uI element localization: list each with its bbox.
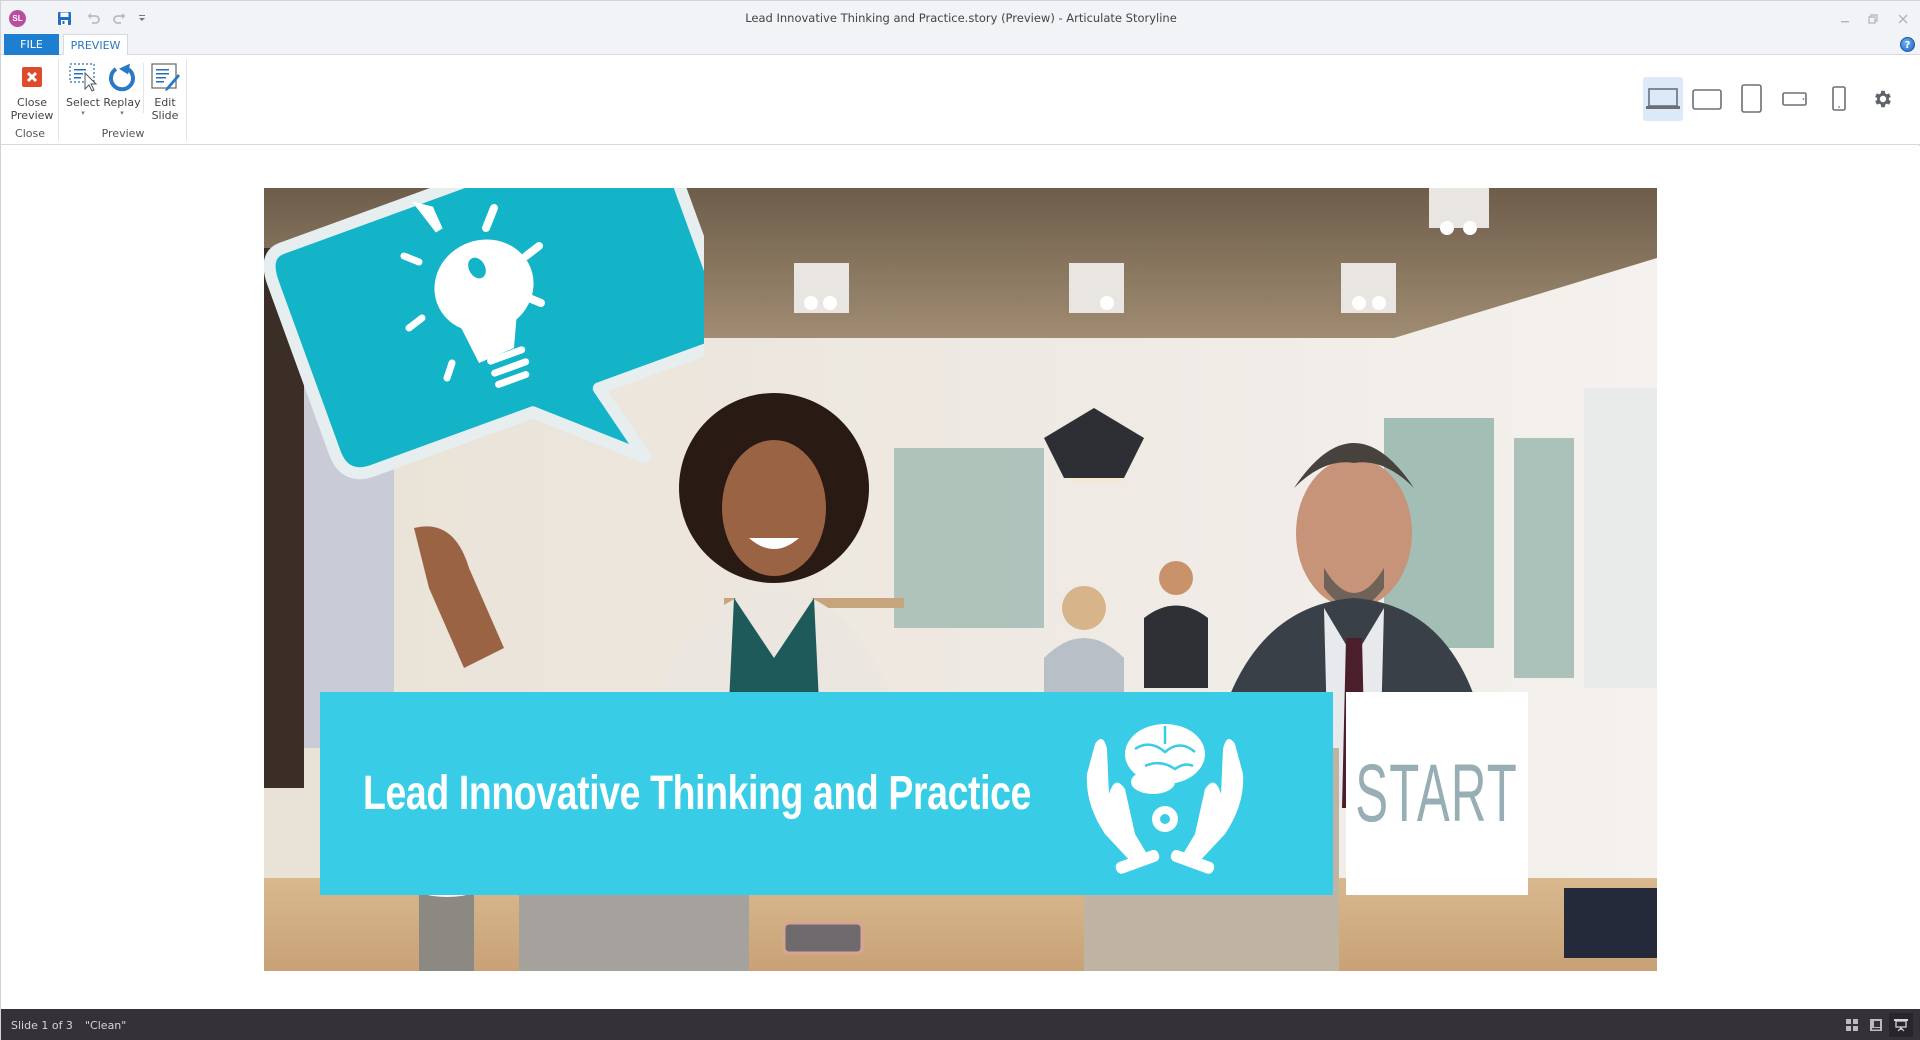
phone-landscape-icon	[1782, 92, 1807, 106]
normal-view-button[interactable]	[1840, 1013, 1864, 1037]
help-button[interactable]: ?	[1900, 37, 1915, 52]
group-separator	[186, 59, 187, 141]
idea-speech-bubble	[264, 188, 704, 480]
gear-icon	[1875, 90, 1891, 108]
title-bar: SL Lead Innovative Thinking and Practice…	[1, 1, 1920, 34]
close-window-button[interactable]	[1893, 9, 1913, 29]
title-banner: Lead Innovative Thinking and Practice	[320, 692, 1333, 895]
tab-preview[interactable]: PREVIEW	[63, 34, 128, 56]
select-icon	[67, 61, 99, 93]
preview-settings-button[interactable]	[1863, 77, 1903, 121]
replay-label: Replay	[103, 96, 141, 109]
device-tablet-portrait-button[interactable]	[1731, 77, 1771, 121]
close-preview-label-1: Close	[17, 96, 47, 109]
select-label: Select	[66, 96, 100, 109]
edit-slide-icon	[149, 61, 181, 93]
group-label-close: Close	[15, 127, 45, 140]
brain-hands-icon	[1086, 724, 1244, 874]
laptop-icon	[1646, 88, 1680, 109]
grid-view-icon	[1846, 1019, 1858, 1031]
minimize-button[interactable]	[1835, 9, 1855, 29]
theme-name: "Clean"	[85, 1019, 127, 1032]
status-bar: Slide 1 of 3 "Clean"	[1, 1009, 1920, 1040]
start-button[interactable]: START	[1346, 692, 1528, 895]
restore-button[interactable]	[1863, 9, 1883, 29]
slide-view-button[interactable]	[1864, 1013, 1888, 1037]
close-preview-button[interactable]: Close Preview	[8, 61, 56, 122]
tablet-portrait-icon	[1741, 84, 1762, 113]
close-preview-label-2: Preview	[10, 109, 54, 122]
course-title: Lead Innovative Thinking and Practice	[363, 767, 1031, 820]
slide: Lead Innovative Thinking and Practice ST…	[264, 188, 1657, 971]
edit-slide-button[interactable]: Edit Slide	[145, 61, 185, 122]
select-button[interactable]: Select ▾	[63, 61, 103, 118]
replay-button[interactable]: Replay ▾	[102, 61, 142, 118]
group-label-preview: Preview	[101, 127, 145, 140]
slide-view-icon	[1870, 1019, 1882, 1031]
edit-slide-label-2: Slide	[151, 109, 179, 122]
presentation-icon	[1894, 1019, 1908, 1032]
device-phone-landscape-button[interactable]	[1775, 77, 1815, 121]
window-title: Lead Innovative Thinking and Practice.st…	[745, 11, 1177, 25]
slide-position: Slide 1 of 3	[11, 1019, 73, 1032]
preview-stage: Lead Innovative Thinking and Practice ST…	[1, 146, 1920, 1009]
edit-slide-label-1: Edit	[154, 96, 176, 109]
close-icon	[1898, 14, 1908, 24]
select-dropdown-caret[interactable]: ▾	[81, 109, 85, 118]
close-preview-icon	[16, 61, 48, 93]
storyline-window: SL Lead Innovative Thinking and Practice…	[0, 0, 1920, 1040]
device-desktop-button[interactable]	[1643, 77, 1683, 121]
ribbon-tabs: FILE PREVIEW ?	[1, 34, 1920, 56]
tablet-landscape-icon	[1692, 89, 1722, 110]
ribbon: Close Preview Close Select ▾ Replay ▾ Ed…	[1, 55, 1920, 145]
device-phone-portrait-button[interactable]	[1819, 77, 1859, 121]
button-separator	[143, 63, 144, 113]
preview-view-button[interactable]	[1889, 1013, 1913, 1037]
device-tablet-landscape-button[interactable]	[1687, 77, 1727, 121]
replay-dropdown-caret[interactable]: ▾	[120, 109, 124, 118]
help-icon: ?	[1904, 40, 1911, 51]
phone-portrait-icon	[1832, 86, 1846, 111]
start-label: START	[1355, 747, 1519, 839]
replay-icon	[106, 61, 138, 93]
restore-icon	[1868, 14, 1878, 24]
minimize-icon	[1841, 21, 1849, 23]
tab-file[interactable]: FILE	[4, 34, 59, 55]
